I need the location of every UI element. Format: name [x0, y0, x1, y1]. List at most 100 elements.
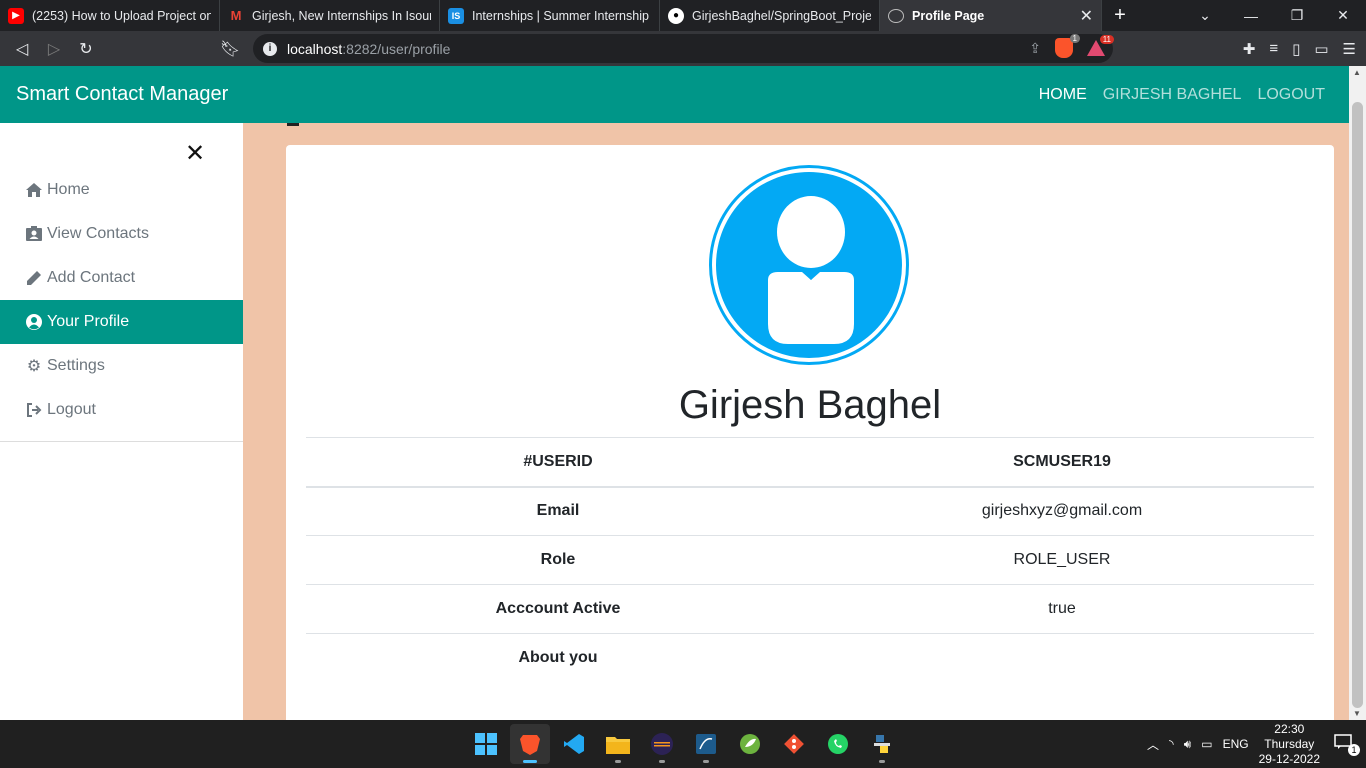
- clock-date: 29-12-2022: [1258, 751, 1320, 766]
- taskbar-git[interactable]: [774, 724, 814, 764]
- taskbar-whatsapp[interactable]: [818, 724, 858, 764]
- table-row: Role ROLE_USER: [306, 535, 1314, 585]
- userid-key: #USERID: [306, 437, 810, 488]
- wallet-icon[interactable]: ▭: [1314, 40, 1328, 58]
- sidebar-item-label: Settings: [47, 357, 105, 374]
- address-bar[interactable]: i localhost:8282/user/profile ⇪ 1 11: [253, 34, 1114, 63]
- email-value: girjeshxyz@gmail.com: [810, 486, 1314, 536]
- playlist-icon[interactable]: ≡: [1269, 40, 1278, 57]
- menu-icon[interactable]: ☰: [1343, 40, 1356, 58]
- gmail-icon: M: [230, 8, 242, 23]
- menu-toggle-icon[interactable]: [287, 123, 299, 126]
- back-button[interactable]: ◁: [6, 33, 38, 65]
- spring-icon: [740, 734, 760, 754]
- account-active-key: Acccount Active: [306, 584, 810, 634]
- sidebar-menu: Home View Contacts Add Contact Your Prof…: [0, 168, 243, 432]
- language-indicator[interactable]: ENG: [1223, 737, 1249, 751]
- running-indicator: [703, 760, 709, 763]
- tab-github[interactable]: ● GirjeshBaghel/SpringBoot_Project: [660, 0, 880, 31]
- windows-taskbar: ︿ ◝ 🔊︎ ▭ ENG 22:30 Thursday 29-12-2022 1: [0, 720, 1366, 768]
- sign-out-icon: [25, 402, 43, 418]
- folder-icon: [606, 737, 630, 754]
- nav-user-link[interactable]: GIRJESH BAGHEL: [1103, 86, 1242, 104]
- youtube-icon: ▶: [8, 7, 24, 24]
- forward-button[interactable]: ▷: [38, 33, 70, 65]
- start-button[interactable]: [466, 724, 506, 764]
- sidebar-item-settings[interactable]: ⚙ Settings: [0, 344, 243, 388]
- sidebar-divider: [0, 441, 243, 442]
- user-circle-icon: [25, 314, 43, 330]
- extensions-icon[interactable]: ✚: [1243, 40, 1256, 58]
- taskbar-mysql[interactable]: [686, 724, 726, 764]
- eclipse-icon: [651, 733, 673, 755]
- battery-icon[interactable]: ▭: [1201, 737, 1212, 751]
- notification-center-icon[interactable]: 1: [1334, 734, 1360, 756]
- taskbar-spring-tool[interactable]: [730, 724, 770, 764]
- sidebar-item-home[interactable]: Home: [0, 168, 243, 212]
- restore-icon[interactable]: ❐: [1274, 0, 1320, 31]
- notification-count: 1: [1348, 744, 1360, 756]
- taskbar-python[interactable]: [862, 724, 902, 764]
- volume-icon[interactable]: 🔊︎: [1184, 737, 1192, 752]
- wifi-icon[interactable]: ◝: [1169, 737, 1174, 751]
- tab-label: Profile Page: [912, 8, 985, 23]
- browser-toolbar: ◁ ▷ ↻ 🔖︎ i localhost:8282/user/profile ⇪…: [0, 31, 1366, 66]
- tab-label: Internships | Summer Internship 20: [472, 8, 651, 23]
- url-host: localhost: [287, 40, 343, 57]
- tab-gmail[interactable]: M Girjesh, New Internships In Isourse: [220, 0, 440, 31]
- bookmark-icon[interactable]: 🔖︎: [214, 33, 246, 65]
- tab-search-icon[interactable]: ⌄: [1182, 0, 1228, 31]
- taskbar-vscode[interactable]: [554, 724, 594, 764]
- python-icon: [874, 735, 890, 753]
- sidebar-item-label: Your Profile: [47, 313, 130, 330]
- window-controls: ⌄ — ❐ ✕: [1182, 0, 1366, 31]
- close-sidebar-icon[interactable]: ✕: [185, 142, 205, 166]
- taskbar-brave[interactable]: [510, 724, 550, 764]
- sidebar-item-your-profile[interactable]: Your Profile: [0, 300, 243, 344]
- about-key: About you: [306, 633, 810, 683]
- github-icon: ●: [668, 7, 684, 24]
- table-row: #USERID SCMUSER19: [306, 437, 1314, 488]
- sidebar-item-label: Home: [47, 181, 90, 198]
- tab-label: Girjesh, New Internships In Isourse: [252, 8, 431, 23]
- profile-table: #USERID SCMUSER19 Email girjeshxyz@gmail…: [306, 437, 1314, 683]
- tab-youtube[interactable]: ▶ (2253) How to Upload Project on G: [0, 0, 220, 31]
- tab-label: (2253) How to Upload Project on G: [32, 8, 211, 23]
- scrollbar-thumb[interactable]: [1352, 102, 1363, 708]
- scroll-up-icon[interactable]: ▲: [1353, 68, 1361, 77]
- taskbar-apps: [466, 724, 902, 764]
- taskbar-eclipse[interactable]: [642, 724, 682, 764]
- minimize-icon[interactable]: —: [1228, 0, 1274, 31]
- nav-logout-link[interactable]: LOGOUT: [1257, 86, 1325, 104]
- site-info-icon[interactable]: i: [263, 41, 277, 56]
- chevron-up-icon[interactable]: ︿: [1147, 736, 1159, 753]
- sidebar-item-add-contact[interactable]: Add Contact: [0, 256, 243, 300]
- clock[interactable]: 22:30 Thursday 29-12-2022: [1259, 722, 1320, 767]
- whatsapp-icon: [828, 734, 848, 754]
- sidebar-item-logout[interactable]: Logout: [0, 388, 243, 432]
- sidebar-item-label: View Contacts: [47, 225, 149, 242]
- table-row: About you: [306, 633, 1314, 683]
- page-scrollbar[interactable]: ▲ ▼: [1349, 66, 1366, 720]
- taskbar-file-explorer[interactable]: [598, 724, 638, 764]
- sidebar-item-view-contacts[interactable]: View Contacts: [0, 212, 243, 256]
- user-avatar-icon: [716, 172, 902, 358]
- brave-rewards-icon[interactable]: 11: [1087, 35, 1114, 56]
- url-path: :8282/user/profile: [342, 40, 451, 57]
- share-icon[interactable]: ⇪: [1029, 40, 1041, 57]
- scroll-down-icon[interactable]: ▼: [1353, 709, 1361, 718]
- reload-button[interactable]: ↻: [70, 33, 102, 65]
- sidebar-toggle-icon[interactable]: ▯: [1292, 40, 1300, 58]
- window-close-icon[interactable]: ✕: [1320, 0, 1366, 31]
- account-active-value: true: [810, 584, 1314, 634]
- tab-profile-page[interactable]: Profile Page ✕: [880, 0, 1102, 31]
- brand-title[interactable]: Smart Contact Manager: [16, 83, 228, 106]
- tab-internships[interactable]: IS Internships | Summer Internship 20: [440, 0, 660, 31]
- new-tab-button[interactable]: +: [1102, 0, 1138, 31]
- brave-shields-icon[interactable]: 1: [1055, 34, 1080, 58]
- tab-label: GirjeshBaghel/SpringBoot_Project: [692, 8, 871, 23]
- vscode-icon: [564, 734, 584, 754]
- nav-home-link[interactable]: HOME: [1039, 86, 1087, 104]
- close-tab-icon[interactable]: ✕: [1080, 6, 1093, 26]
- sidebar-item-label: Logout: [47, 401, 96, 418]
